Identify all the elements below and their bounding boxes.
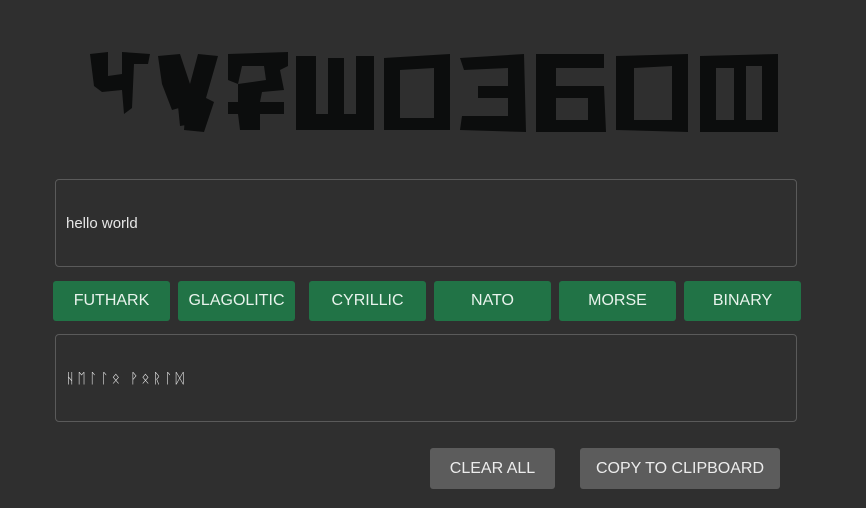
title-logo	[88, 44, 780, 136]
cyrillic-button[interactable]: CYRILLIC	[309, 281, 426, 321]
nato-button[interactable]: NATO	[434, 281, 551, 321]
input-text-field[interactable]: hello world	[55, 179, 797, 267]
glagolitic-button[interactable]: GLAGOLITIC	[178, 281, 295, 321]
clear-all-button[interactable]: CLEAR ALL	[430, 448, 555, 489]
script-button-row: FUTHARK GLAGOLITIC CYRILLIC NATO MORSE B…	[53, 281, 801, 321]
morse-button[interactable]: MORSE	[559, 281, 676, 321]
app-page: hello world FUTHARK GLAGOLITIC CYRILLIC …	[0, 0, 866, 508]
futhark-button[interactable]: FUTHARK	[53, 281, 170, 321]
binary-button[interactable]: BINARY	[684, 281, 801, 321]
copy-to-clipboard-button[interactable]: COPY TO CLIPBOARD	[580, 448, 780, 489]
runic-title-logo-icon	[90, 52, 778, 132]
output-text-field[interactable]: ᚺᛖᛚᛚᛟ ᚹᛟᚱᛚᛞ	[55, 334, 797, 422]
